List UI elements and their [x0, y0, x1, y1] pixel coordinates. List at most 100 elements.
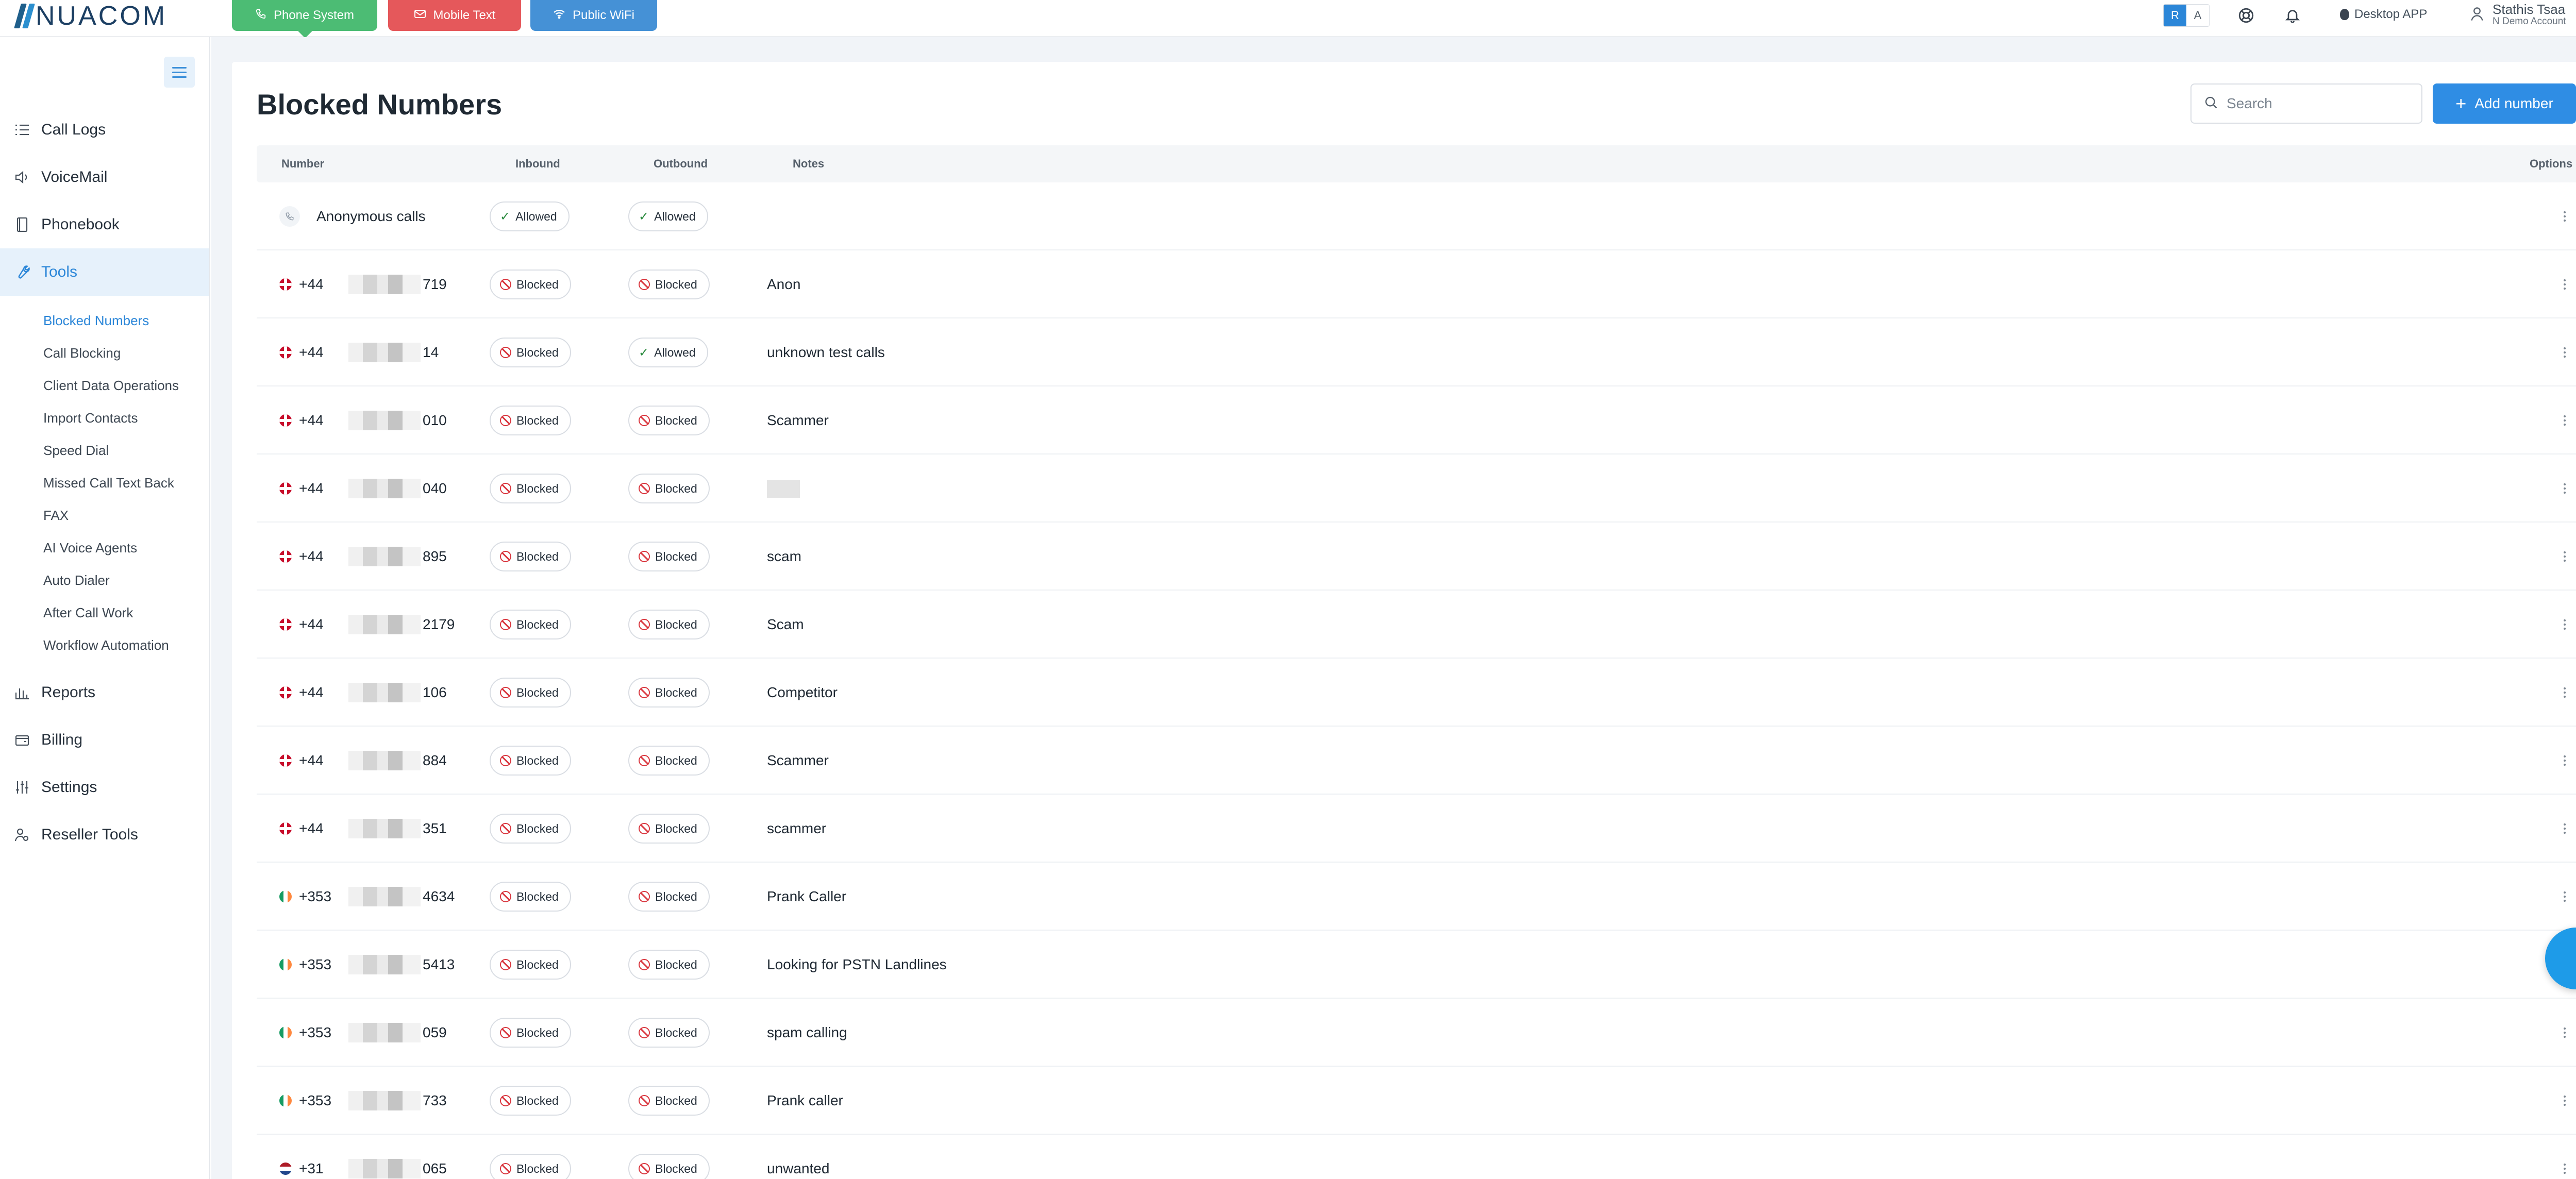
outbound-status-badge[interactable]: Blocked	[628, 542, 710, 571]
outbound-status-badge[interactable]: Blocked	[628, 474, 710, 503]
user-menu[interactable]: Stathis Tsaa N Demo Account	[2470, 2, 2566, 27]
outbound-status-badge[interactable]: ✓ Allowed	[628, 201, 708, 231]
sidebar-item-call-logs[interactable]: Call Logs	[0, 106, 209, 154]
number-cell: +353 4634	[279, 863, 455, 931]
outbound-status-badge[interactable]: Blocked	[628, 270, 710, 299]
block-icon	[500, 279, 511, 290]
country-code: +353	[299, 1024, 332, 1040]
block-icon	[500, 551, 511, 562]
subnav-client-data-operations[interactable]: Client Data Operations	[43, 375, 179, 396]
outbound-status-badge[interactable]: Blocked	[628, 406, 710, 435]
menu-toggle-button[interactable]	[164, 57, 195, 88]
block-icon	[639, 1095, 650, 1106]
sidebar-item-billing[interactable]: Billing	[0, 716, 209, 764]
outbound-status-label: Blocked	[655, 481, 697, 495]
inbound-status-badge[interactable]: Blocked	[490, 610, 571, 639]
inbound-status-badge[interactable]: Blocked	[490, 678, 571, 708]
inbound-status-badge[interactable]: Blocked	[490, 950, 571, 980]
subnav-after-call-work[interactable]: After Call Work	[43, 602, 133, 623]
subnav-workflow-automation[interactable]: Workflow Automation	[43, 635, 169, 655]
subnav-ai-voice-agents[interactable]: AI Voice Agents	[43, 537, 137, 558]
outbound-status-badge[interactable]: Blocked	[628, 882, 710, 912]
inbound-status-badge[interactable]: Blocked	[490, 474, 571, 503]
row-options-icon[interactable]	[2554, 682, 2575, 703]
row-options-icon[interactable]	[2554, 818, 2575, 839]
flag-ie-icon	[279, 958, 292, 971]
subnav-missed-call-text-back[interactable]: Missed Call Text Back	[43, 473, 174, 493]
subnav-blocked-numbers[interactable]: Blocked Numbers	[43, 310, 149, 331]
sidebar-item-tools[interactable]: Tools	[0, 248, 209, 296]
inbound-status-badge[interactable]: Blocked	[490, 746, 571, 776]
subnav-import-contacts[interactable]: Import Contacts	[43, 408, 138, 428]
row-options-icon[interactable]	[2554, 206, 2575, 227]
sidebar-item-settings[interactable]: Settings	[0, 764, 209, 811]
row-options-icon[interactable]	[2554, 274, 2575, 295]
inbound-status-badge[interactable]: Blocked	[490, 1154, 571, 1179]
tab-public-wifi[interactable]: Public WiFi	[530, 0, 657, 31]
tab-phone-system[interactable]: Phone System	[232, 0, 377, 38]
row-options-icon[interactable]	[2554, 886, 2575, 907]
sidebar-item-phonebook[interactable]: Phonebook	[0, 201, 209, 248]
row-options-icon[interactable]	[2554, 750, 2575, 771]
inbound-status-badge[interactable]: Blocked	[490, 542, 571, 571]
search-box[interactable]	[2190, 83, 2422, 124]
tab-mobile-text[interactable]: Mobile Text	[388, 0, 521, 31]
add-number-button[interactable]: + Add number	[2433, 83, 2576, 124]
country-code: +31	[299, 1160, 324, 1176]
note-text: Competitor	[767, 684, 838, 700]
desktop-app-link[interactable]: Desktop APP	[2340, 7, 2427, 22]
subnav-fax[interactable]: FAX	[43, 505, 69, 526]
row-options-icon[interactable]	[2554, 478, 2575, 499]
subnav-call-blocking[interactable]: Call Blocking	[43, 343, 121, 363]
outbound-status-badge[interactable]: Blocked	[628, 950, 710, 980]
inbound-status-badge[interactable]: ✓ Allowed	[490, 201, 570, 231]
outbound-status-badge[interactable]: Blocked	[628, 746, 710, 776]
inbound-status-badge[interactable]: Blocked	[490, 814, 571, 844]
inbound-status-label: Blocked	[516, 1093, 559, 1107]
outbound-status-badge[interactable]: Blocked	[628, 814, 710, 844]
nuacom-logo[interactable]: NUACOM	[14, 3, 167, 29]
outbound-status-badge[interactable]: Blocked	[628, 1154, 710, 1179]
outbound-status-label: Blocked	[655, 1025, 697, 1039]
outbound-status-badge[interactable]: Blocked	[628, 1018, 710, 1048]
block-icon	[500, 347, 511, 358]
country-code: +44	[299, 752, 324, 768]
row-options-icon[interactable]	[2554, 614, 2575, 635]
inbound-status-badge[interactable]: Blocked	[490, 882, 571, 912]
subnav-speed-dial[interactable]: Speed Dial	[43, 440, 109, 461]
outbound-status-badge[interactable]: Blocked	[628, 1086, 710, 1116]
lang-other[interactable]: A	[2186, 5, 2209, 26]
sidebar-item-voicemail[interactable]: VoiceMail	[0, 154, 209, 201]
inbound-status-badge[interactable]: Blocked	[490, 406, 571, 435]
block-icon	[500, 891, 511, 902]
outbound-status-badge[interactable]: ✓ Allowed	[628, 338, 708, 367]
block-icon	[500, 1027, 511, 1038]
inbound-status-badge[interactable]: Blocked	[490, 338, 571, 367]
row-options-icon[interactable]	[2554, 546, 2575, 567]
row-options-icon[interactable]	[2554, 410, 2575, 431]
support-lifebuoy-icon[interactable]	[2234, 3, 2259, 28]
language-switch[interactable]: R A	[2163, 4, 2210, 27]
sidebar-item-reseller-tools[interactable]: Reseller Tools	[0, 811, 209, 858]
outbound-status-label: Blocked	[655, 617, 697, 631]
logo-mark-icon	[14, 4, 35, 28]
row-options-icon[interactable]	[2554, 1090, 2575, 1111]
inbound-status-badge[interactable]: Blocked	[490, 1018, 571, 1048]
row-options-icon[interactable]	[2554, 342, 2575, 363]
row-options-icon[interactable]	[2554, 1158, 2575, 1179]
bell-icon[interactable]	[2280, 3, 2305, 28]
search-input[interactable]	[2227, 95, 2402, 112]
note-text: Anon	[767, 276, 801, 292]
subnav-auto-dialer[interactable]: Auto Dialer	[43, 570, 110, 591]
sidebar-item-label: Settings	[41, 779, 97, 796]
sidebar-item-label: VoiceMail	[41, 169, 108, 186]
note-text: Scam	[767, 616, 804, 632]
outbound-status-badge[interactable]: Blocked	[628, 678, 710, 708]
lang-active[interactable]: R	[2164, 5, 2186, 26]
number-cell: +44 040	[279, 454, 447, 523]
inbound-status-badge[interactable]: Blocked	[490, 270, 571, 299]
row-options-icon[interactable]	[2554, 1022, 2575, 1043]
outbound-status-badge[interactable]: Blocked	[628, 610, 710, 639]
inbound-status-badge[interactable]: Blocked	[490, 1086, 571, 1116]
sidebar-item-reports[interactable]: Reports	[0, 669, 209, 716]
